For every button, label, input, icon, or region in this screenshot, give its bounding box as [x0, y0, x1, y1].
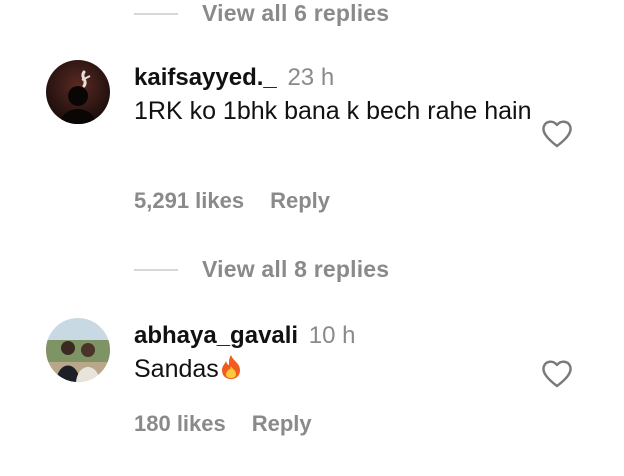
comment-text: Sandas — [134, 353, 534, 386]
view-replies-button[interactable]: View all 6 replies — [134, 0, 389, 27]
heart-outline-icon[interactable] — [541, 359, 573, 389]
comment-body: kaifsayyed._ 23 h 1RK ko 1bhk bana k bec… — [134, 63, 534, 128]
username[interactable]: kaifsayyed._ — [134, 64, 277, 91]
reply-button[interactable]: Reply — [252, 411, 312, 436]
comments-section: View all 6 replies kaifsayyed._ 23 h 1RK… — [0, 0, 624, 476]
comment-body: abhaya_gavali 10 h Sandas — [134, 321, 534, 386]
comment-text: 1RK ko 1bhk bana k bech rahe hain — [134, 97, 532, 125]
replies-divider-line — [134, 12, 178, 15]
username[interactable]: abhaya_gavali — [134, 322, 298, 349]
comment-header: abhaya_gavali 10 h — [134, 321, 534, 351]
view-replies-button[interactable]: View all 8 replies — [134, 256, 389, 283]
comment-actions: 180 likes Reply — [134, 411, 312, 437]
view-replies-label: View all 6 replies — [202, 0, 390, 26]
comment-header: kaifsayyed._ 23 h — [134, 63, 534, 93]
avatar-image — [46, 60, 110, 124]
view-replies-label: View all 8 replies — [202, 256, 390, 282]
likes-count[interactable]: 180 likes — [134, 411, 226, 436]
comment-text-content: Sandas — [134, 355, 219, 383]
avatar[interactable] — [46, 60, 110, 124]
avatar-image — [46, 318, 110, 382]
replies-divider-line — [134, 268, 178, 271]
heart-outline-icon[interactable] — [541, 119, 573, 149]
comment-time: 23 h — [287, 64, 335, 91]
reply-button[interactable]: Reply — [270, 188, 330, 213]
comment-actions: 5,291 likes Reply — [134, 188, 330, 214]
fire-emoji-icon — [220, 354, 242, 380]
comment-time: 10 h — [308, 322, 356, 349]
avatar[interactable] — [46, 318, 110, 382]
likes-count[interactable]: 5,291 likes — [134, 188, 244, 213]
